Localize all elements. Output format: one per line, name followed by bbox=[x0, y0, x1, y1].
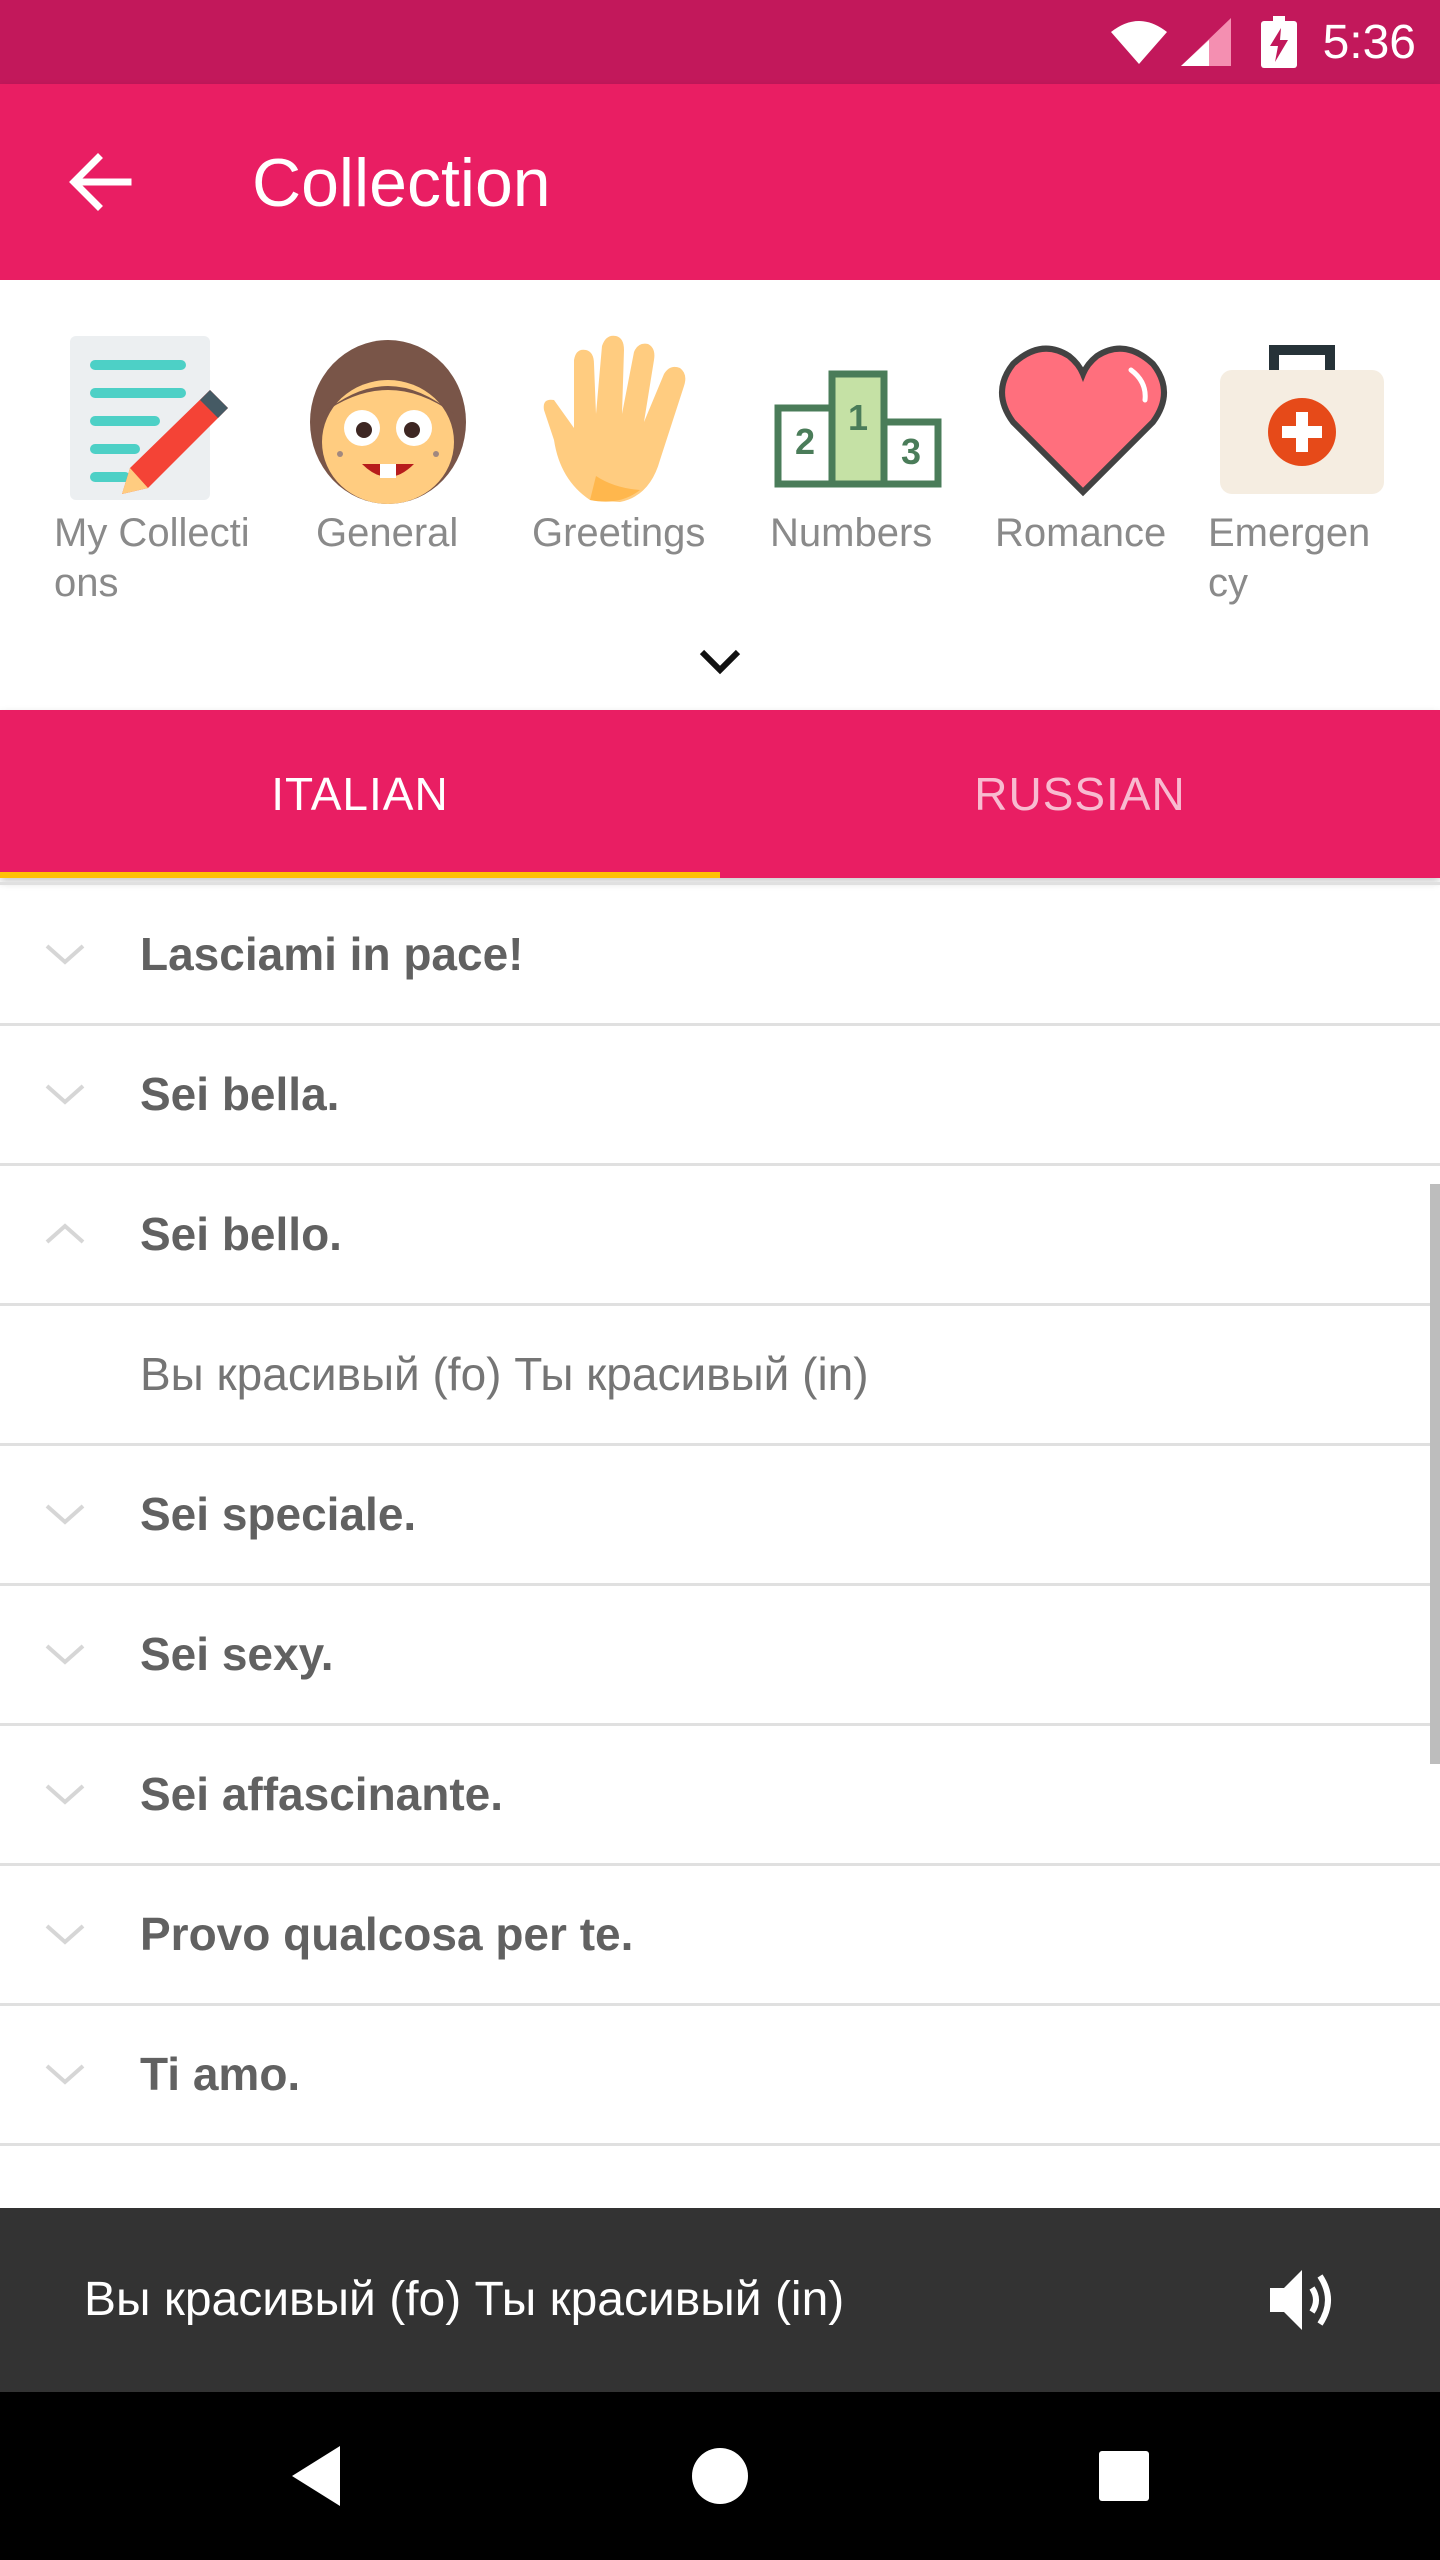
notebook-pencil-icon bbox=[70, 336, 228, 500]
play-audio-button[interactable] bbox=[1260, 2258, 1344, 2342]
list-item[interactable]: Ti amo. bbox=[0, 2005, 1440, 2146]
signal-icon bbox=[1180, 18, 1231, 66]
category-label: Romance bbox=[995, 511, 1167, 555]
chevron-down-icon bbox=[40, 2049, 90, 2099]
category-label: Numbers bbox=[770, 511, 933, 555]
list-item[interactable]: Sei speciale. bbox=[0, 1445, 1440, 1586]
chevron-down-icon bbox=[40, 1769, 90, 1819]
translation-text: Вы красивый (fo) Ты красивый (in) bbox=[140, 1348, 869, 1400]
battery-charging-icon bbox=[1260, 16, 1297, 68]
girl-face-icon bbox=[310, 340, 466, 504]
category-greetings[interactable]: Greetings bbox=[530, 280, 720, 630]
back-button[interactable] bbox=[48, 130, 152, 234]
phrase-text: Sei bello. bbox=[140, 1208, 342, 1260]
nav-back-button[interactable] bbox=[266, 2426, 366, 2526]
phrase-text: Sei sexy. bbox=[140, 1628, 334, 1680]
recents-square-icon bbox=[1099, 2451, 1149, 2501]
audio-player-bar: Вы красивый (fo) Ты красивый (in) bbox=[0, 2208, 1440, 2392]
home-circle-icon bbox=[692, 2448, 748, 2504]
list-item[interactable]: Sei bello. bbox=[0, 1165, 1440, 1306]
app-bar: Collection bbox=[0, 84, 1440, 280]
chevron-down-icon bbox=[40, 1069, 90, 1119]
chevron-up-icon bbox=[40, 1209, 90, 1259]
category-emergency[interactable]: Emergency bbox=[1208, 280, 1408, 630]
status-bar: 5:36 bbox=[0, 0, 1440, 84]
phrase-text: Sei affascinante. bbox=[140, 1768, 504, 1820]
chevron-down-icon bbox=[40, 1909, 90, 1959]
phrase-text: Provo qualcosa per te. bbox=[140, 1908, 634, 1960]
category-my-collections[interactable]: My Collections bbox=[40, 280, 260, 630]
phrase-list: Ho da fare. Lasciami in pace! Sei bella.… bbox=[0, 878, 1440, 2208]
list-item[interactable]: Sei bella. bbox=[0, 1025, 1440, 1166]
podium-icon: 1 2 3 bbox=[774, 370, 942, 488]
phrase-text: Sei bella. bbox=[140, 1068, 340, 1120]
svg-text:2: 2 bbox=[795, 421, 815, 462]
page-title: Collection bbox=[252, 145, 551, 221]
category-label: My Collections bbox=[54, 511, 250, 605]
category-label: Greetings bbox=[532, 511, 706, 555]
category-strip: My Collections General Greetings 1 2 3 N… bbox=[0, 280, 1440, 710]
nav-recents-button[interactable] bbox=[1074, 2426, 1174, 2526]
scrollbar[interactable] bbox=[1430, 1184, 1440, 1764]
list-item[interactable]: Sei affascinante. bbox=[0, 1725, 1440, 1866]
waving-hand-icon bbox=[543, 335, 686, 502]
list-item[interactable]: Ho da fare. bbox=[0, 878, 1440, 885]
svg-text:3: 3 bbox=[901, 431, 921, 472]
chevron-down-icon bbox=[40, 929, 90, 979]
system-nav-bar bbox=[0, 2392, 1440, 2560]
tab-russian[interactable]: RUSSIAN bbox=[720, 710, 1440, 878]
phrase-text: Sei speciale. bbox=[140, 1488, 417, 1540]
list-item[interactable]: Lasciami in pace! bbox=[0, 885, 1440, 1026]
nav-home-button[interactable] bbox=[670, 2426, 770, 2526]
language-tabs: ITALIAN RUSSIAN bbox=[0, 710, 1440, 878]
back-triangle-icon bbox=[292, 2446, 340, 2506]
arrow-back-icon bbox=[69, 153, 132, 211]
speaker-icon bbox=[1270, 2270, 1331, 2330]
translation-row[interactable]: Вы красивый (fo) Ты красивый (in) bbox=[0, 1305, 1440, 1446]
phrase-text: Ti amo. bbox=[140, 2048, 301, 2100]
player-text: Вы красивый (fo) Ты красивый (in) bbox=[84, 2273, 845, 2326]
clock: 5:36 bbox=[1322, 15, 1416, 69]
list-item[interactable]: Provo qualcosa per te. bbox=[0, 1865, 1440, 2006]
tab-italian[interactable]: ITALIAN bbox=[0, 710, 720, 878]
category-general[interactable]: General bbox=[300, 280, 480, 630]
chevron-down-icon bbox=[699, 649, 741, 675]
category-numbers[interactable]: 1 2 3 Numbers bbox=[770, 280, 950, 630]
list-item[interactable]: Sei sexy. bbox=[0, 1585, 1440, 1726]
phrase-text: Lasciami in pace! bbox=[140, 928, 524, 980]
chevron-down-icon bbox=[40, 1489, 90, 1539]
wifi-icon bbox=[1110, 21, 1167, 64]
first-aid-kit-icon bbox=[1220, 345, 1384, 494]
svg-text:1: 1 bbox=[848, 397, 868, 438]
category-label: General bbox=[316, 511, 459, 555]
heart-icon bbox=[999, 345, 1167, 497]
chevron-down-icon bbox=[40, 1629, 90, 1679]
expand-categories-button[interactable] bbox=[680, 632, 760, 692]
category-romance[interactable]: Romance bbox=[995, 280, 1185, 630]
category-label: Emergency bbox=[1208, 511, 1371, 605]
